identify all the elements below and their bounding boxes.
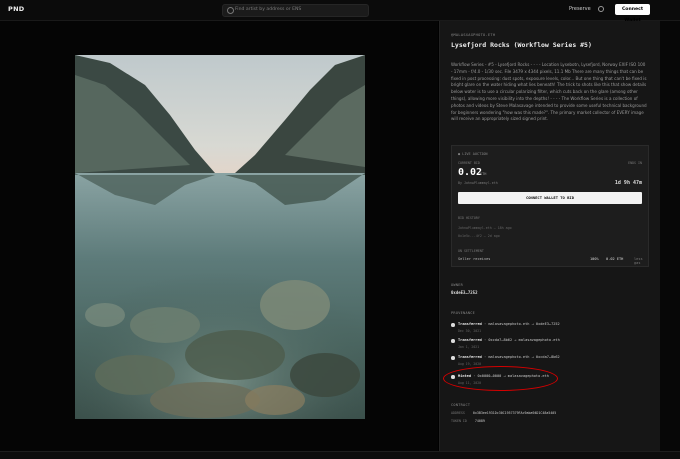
search-input[interactable]: Find artist by address or ENS [222,4,369,17]
connect-wallet-button[interactable]: Connect Wallet [615,4,650,23]
contract-address[interactable]: 0x3B3ee1931Dc30C1957379FAc9aba94D1C48a54… [473,411,556,415]
top-navbar: PND Find artist by address or ENS Preser… [0,0,680,23]
bid-history-label: BID HISTORY [458,216,480,220]
current-bid-unit: ETH [480,172,487,176]
owner-address[interactable]: 0xdeE3…7252 [451,290,478,295]
settlement-gas: less gas [634,257,643,265]
provenance-event: Transferred [458,338,482,342]
provenance-to[interactable]: malasavagephoto.eth [519,338,560,342]
settlement-label: ON SETTLEMENT [458,249,484,253]
contract-label: CONTRACT [451,403,471,407]
search-icon [227,7,234,14]
contract-address-label: ADDRESS [451,411,465,415]
artist-handle[interactable]: @MALASXAGPHOTO.ETH [451,33,495,37]
owner-section-label: OWNER [451,283,464,287]
token-id-row: TOKEN ID 74089 [451,419,485,423]
settlement-amount: 0.02 ETH [606,257,624,261]
provenance-event: Transferred [458,322,482,326]
nav-preserve-link[interactable]: Preserve [569,6,591,12]
provenance-date: Aug 19, 2020 [458,362,482,366]
logo[interactable]: PND [8,5,25,13]
ends-in-label: ENDS IN [628,161,642,165]
provenance-label: PROVENANCE [451,311,476,315]
token-id-label: TOKEN ID [451,419,467,423]
red-annotation-ellipse [443,366,558,391]
bid-history-row[interactable]: 0x1e5c...4f2 — 2d ago [458,234,500,238]
ends-in-countdown: 1d 9h 47m [614,180,642,186]
current-bid-price: 0.02 [458,167,483,178]
live-auction-label: ● LIVE AUCTION [458,152,488,156]
settlement-name: Seller receives [458,257,491,261]
settings-icon[interactable] [598,6,604,12]
timeline-dot [451,356,455,360]
settlement-row: Seller receives 100% 0.02 ETH less gas [458,257,643,265]
page-margin [660,21,680,451]
provenance-to[interactable]: 0xdeE3…7252 [536,322,560,326]
connect-to-bid-button[interactable]: CONNECT WALLET TO BID [458,192,642,204]
provenance-date: Dec 30, 2021 [458,329,482,333]
auction-card: ● LIVE AUCTION CURRENT BID 0.02 ETH By J… [451,145,649,267]
provenance-from[interactable]: malasavagephoto.eth [488,322,529,326]
search-placeholder: Find artist by address or ENS [235,7,302,12]
settlement-pct: 100% [590,257,599,261]
artwork-description: Workflow Series - #5 - Lysefjord Rocks -… [451,62,647,122]
artwork-title: Lysefjord Rocks (Workflow Series #5) [451,41,592,49]
artwork-image[interactable] [75,55,365,419]
provenance-date: Jan 1, 2021 [458,345,480,349]
provenance-from[interactable]: 0xcda7…8b62 [488,338,512,342]
bid-history-row[interactable]: JohnwPlummayl.eth — 18h ago [458,226,512,230]
fjord-photo [75,55,365,419]
current-bid-label: CURRENT BID [458,161,480,165]
timeline-dot [451,323,455,327]
provenance-event: Transferred [458,355,482,359]
token-id: 74089 [474,419,485,423]
provenance-from[interactable]: malasavagephoto.eth [488,355,529,359]
provenance-to[interactable]: 0xcda7…8b62 [536,355,560,359]
contract-address-row: ADDRESS 0x3B3ee1931Dc30C1957379FAc9aba94D… [451,411,556,415]
timeline-dot [451,339,455,343]
current-bidder[interactable]: By JohnwPlummayl.eth [458,181,498,185]
